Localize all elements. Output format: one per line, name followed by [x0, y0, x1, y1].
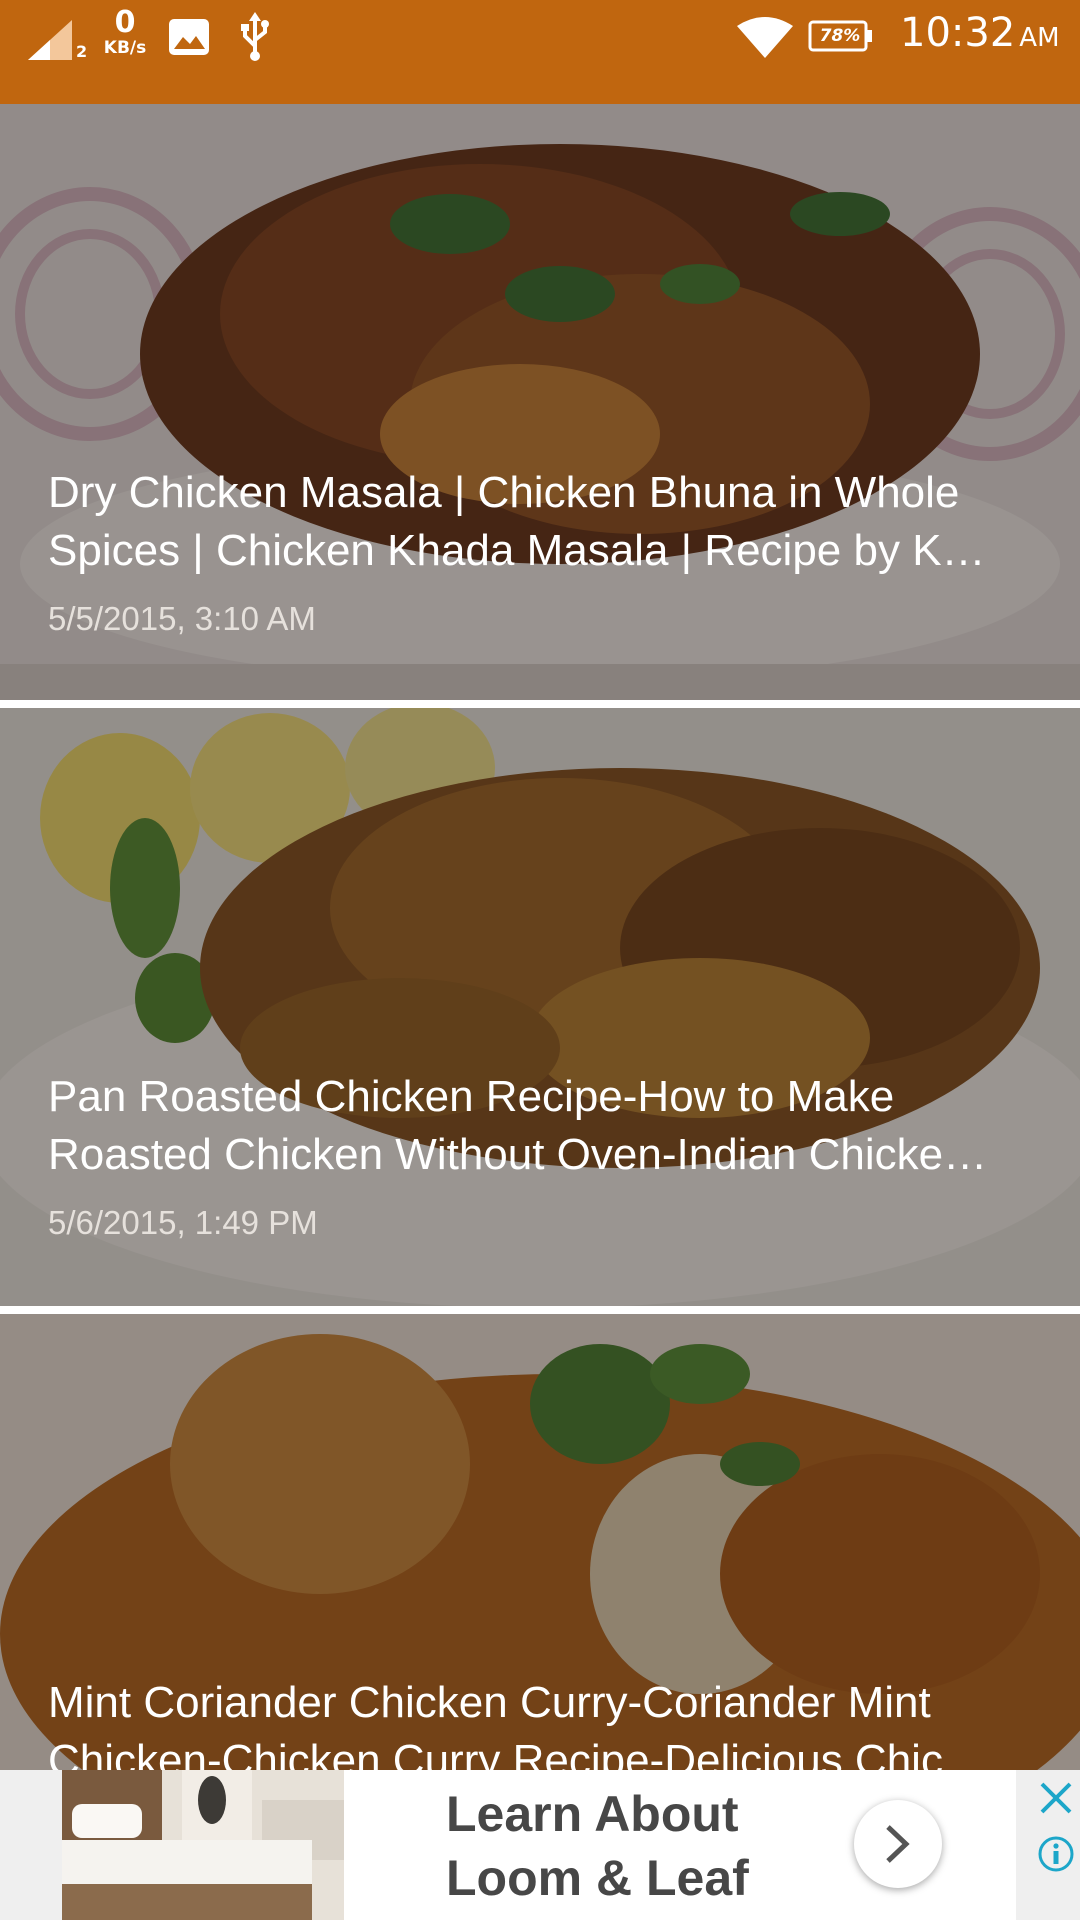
image-notification-icon — [169, 19, 209, 55]
battery-percent: 78% — [819, 26, 861, 46]
usb-icon — [241, 12, 269, 61]
ad-open-button[interactable] — [854, 1800, 942, 1888]
network-speed-value: 0 — [114, 5, 136, 40]
video-card[interactable]: Dry Chicken Masala | Chicken Bhuna in Wh… — [0, 104, 1080, 700]
wifi-icon — [737, 17, 793, 58]
divider — [0, 1306, 1080, 1314]
info-icon[interactable] — [1036, 1834, 1076, 1874]
video-title: Dry Chicken Masala | Chicken Bhuna in Wh… — [48, 468, 986, 575]
ad-content[interactable]: Learn About Loom & Leaf — [62, 1770, 1074, 1920]
ad-image-mattress — [62, 1770, 344, 1920]
network-speed-unit: KB/s — [103, 38, 147, 58]
video-title: Pan Roasted Chicken Recipe-How to Make R… — [48, 1072, 988, 1179]
video-date: 5/6/2015, 1:49 PM — [48, 1204, 318, 1241]
clock: 10:32 AM — [900, 10, 1060, 56]
network-speed: 0 KB/s — [96, 8, 154, 57]
close-icon[interactable] — [1038, 1780, 1074, 1816]
divider — [0, 700, 1080, 708]
video-title: Mint Coriander Chicken Curry-Coriander M… — [48, 1678, 987, 1770]
status-bar: 2 0 KB/s 78% 10:32 AM — [0, 0, 1080, 104]
arrow-right-icon — [886, 1825, 910, 1863]
clock-time: 10:32 — [900, 10, 1016, 56]
video-date: 5/5/2015, 3:10 AM — [48, 600, 316, 637]
clock-ampm: AM — [1019, 23, 1060, 53]
sim-slot-label: 2 — [76, 42, 88, 61]
video-card[interactable]: Mint Coriander Chicken Curry-Coriander M… — [0, 1314, 1080, 1770]
video-card[interactable]: Pan Roasted Chicken Recipe-How to Make R… — [0, 708, 1080, 1306]
ad-banner[interactable]: Learn About Loom & Leaf — [0, 1770, 1080, 1920]
ad-headline[interactable]: Learn About Loom & Leaf — [446, 1782, 786, 1910]
